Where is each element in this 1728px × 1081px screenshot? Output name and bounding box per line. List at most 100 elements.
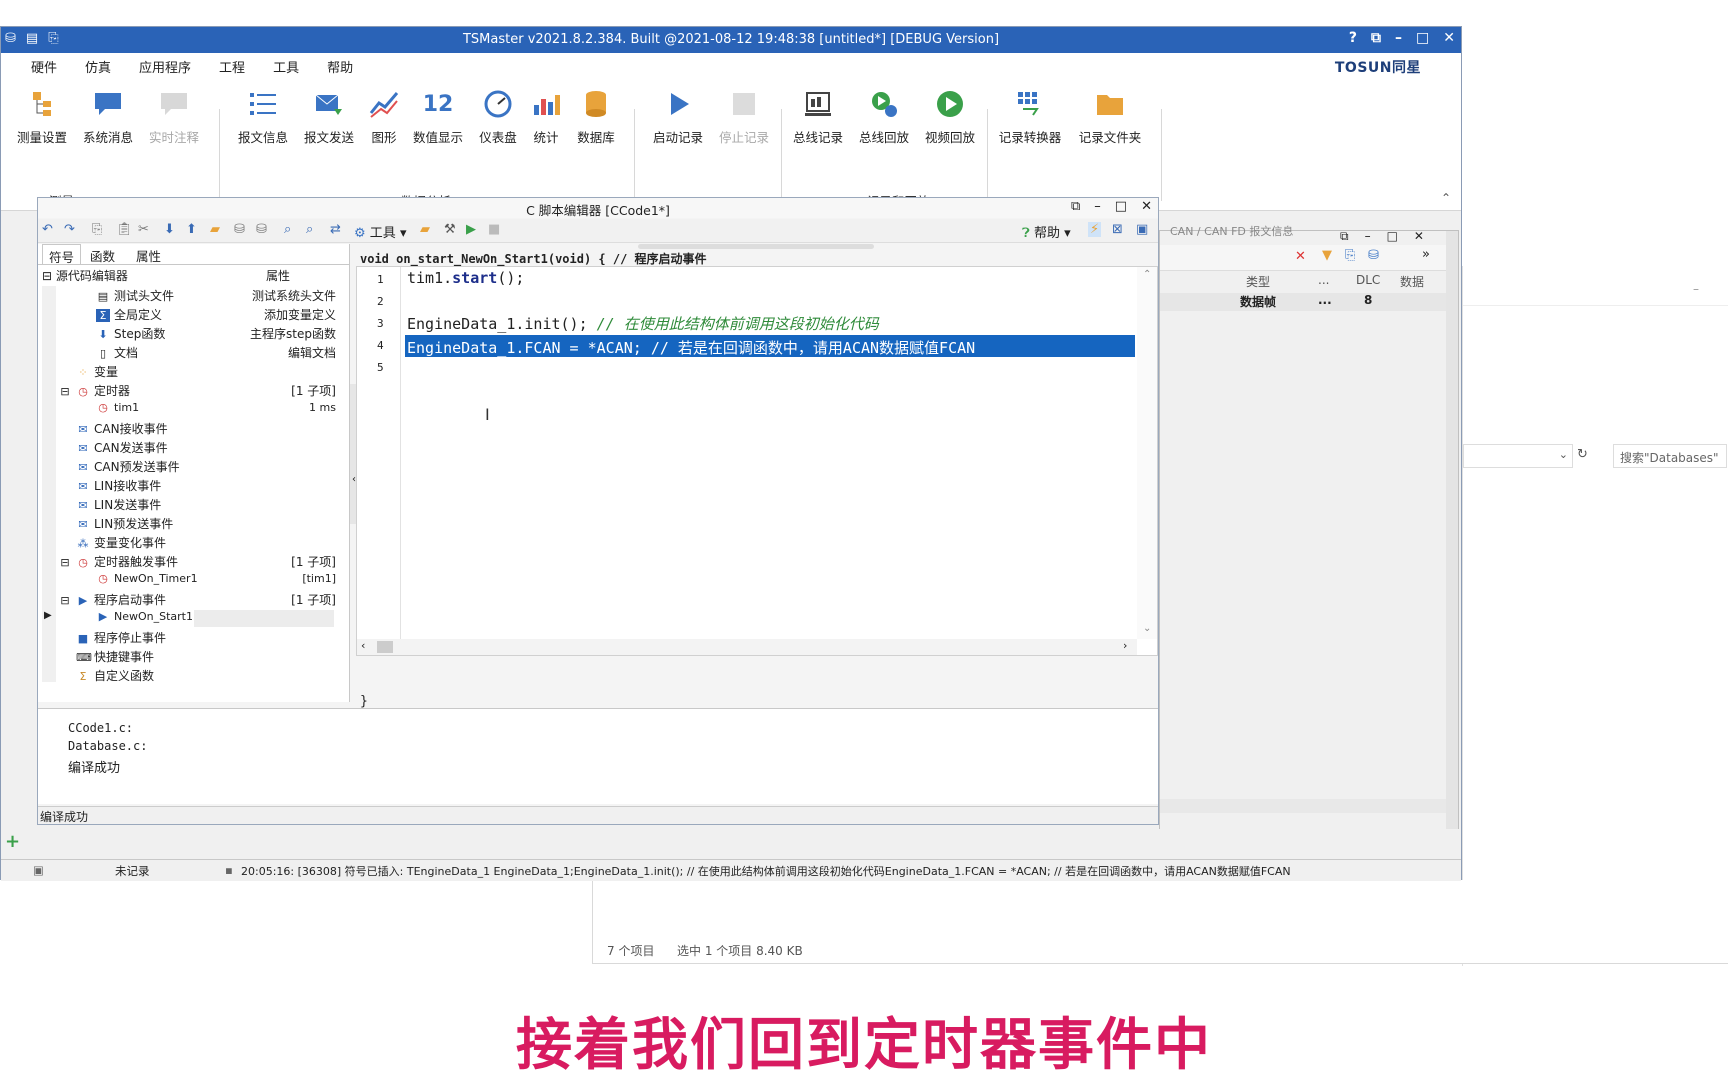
vertical-scrollbar[interactable] (1446, 231, 1458, 831)
vertical-scrollbar[interactable]: ⌃ ⌄ (1137, 267, 1157, 639)
close-button[interactable]: ✕ (1443, 30, 1455, 46)
add-icon[interactable]: + (5, 831, 20, 852)
collapse-ribbon-icon[interactable]: ⌃ (1441, 191, 1451, 205)
tree-item-test-header[interactable]: ▤ 测试头文件 测试系统头文件 (96, 287, 336, 306)
tree-item-lin-rx[interactable]: ✉ LIN接收事件 (76, 477, 336, 496)
minimize-button[interactable]: – (1094, 199, 1101, 214)
record-converter-button[interactable]: 记录转换器 (997, 87, 1063, 157)
menu-simulation[interactable]: 仿真 (85, 57, 111, 76)
tree-item-start-event[interactable]: ⊟ ▶ 程序启动事件 [1 子项] (58, 591, 336, 610)
minimize-button[interactable]: – (1365, 229, 1371, 244)
find-icon[interactable]: ⌕ (284, 222, 291, 237)
pin-icon[interactable]: ⧉ (1071, 199, 1080, 214)
scroll-down-icon[interactable]: ⌄ (1143, 623, 1151, 634)
scroll-right-icon[interactable]: › (1123, 639, 1127, 652)
maximize-button[interactable]: □ (1387, 229, 1398, 244)
save-all-icon[interactable]: ⛁ (256, 222, 267, 237)
lightning-icon[interactable]: ⚡ (1088, 222, 1102, 237)
tab-functions[interactable]: 函数 (84, 244, 121, 264)
tree-item-variables[interactable]: ⁘ 变量 (76, 363, 336, 382)
folder-icon[interactable]: ▰ (420, 222, 430, 237)
minimize-icon[interactable]: – (1693, 282, 1699, 296)
realtime-comment-button[interactable]: 实时注释 (141, 87, 207, 157)
measure-settings-button[interactable]: 测量设置 (9, 87, 75, 157)
close-button[interactable]: ✕ (1141, 199, 1152, 214)
export-icon[interactable]: ⎘ (1345, 248, 1355, 263)
scrollbar-thumb[interactable] (377, 641, 393, 653)
tree-item-newon-start1[interactable]: ▶ NewOn_Start1 (96, 610, 336, 629)
column-dlc[interactable]: DLC (1356, 273, 1380, 287)
save-icon[interactable]: ⛁ (234, 222, 245, 237)
replace-icon[interactable]: ⇄ (330, 222, 341, 237)
menu-applications[interactable]: 应用程序 (139, 57, 191, 76)
minimize-button[interactable]: – (1395, 30, 1402, 46)
column-type[interactable]: 类型 (1246, 273, 1270, 290)
horizontal-scrollbar[interactable]: ‹ › (357, 639, 1137, 655)
tree-item-can-tx[interactable]: ✉ CAN发送事件 (76, 439, 336, 458)
tab-properties[interactable]: 属性 (130, 244, 167, 264)
menu-help[interactable]: 帮助 (327, 57, 353, 76)
tree-item-tim1[interactable]: ◷ tim1 1 ms (96, 401, 336, 420)
maximize-button[interactable]: □ (1115, 199, 1127, 214)
help-menu[interactable]: ❓︎ 帮助 ▾ (1022, 222, 1071, 241)
save-icon[interactable]: ⛁ (1368, 248, 1379, 263)
tab-symbols[interactable]: 符号 (42, 244, 82, 265)
move-up-icon[interactable]: ⬆ (186, 222, 197, 237)
tree-item-global-def[interactable]: Σ 全局定义 添加变量定义 (96, 306, 336, 325)
message-info-button[interactable]: 报文信息 (230, 87, 296, 157)
code-editor[interactable]: 1 2 3 4 5 tim1.start(); EngineData_1.ini… (356, 266, 1158, 656)
refresh-icon[interactable]: ↻ (1577, 447, 1588, 462)
filter-icon[interactable]: ▼ (1322, 248, 1332, 263)
column-more[interactable]: ... (1318, 273, 1329, 287)
tree-item-custom-func[interactable]: Σ 自定义函数 (76, 667, 336, 686)
pin-icon[interactable]: ⧉ (1340, 229, 1349, 244)
tree-item-doc[interactable]: ▯ 文档 编辑文档 (96, 344, 336, 363)
tree-item-step[interactable]: ⬇ Step函数 主程序step函数 (96, 325, 336, 344)
maximize-button[interactable]: □ (1416, 30, 1429, 46)
horizontal-scrollbar[interactable] (1160, 799, 1446, 813)
tools-menu[interactable]: ⚙ 工具 ▾ (354, 222, 406, 241)
paste-icon[interactable]: 📋︎ (116, 222, 133, 237)
tree-item-timers[interactable]: ⊟ ◷ 定时器 [1 子项] (58, 382, 336, 401)
tree-item-newon-timer1[interactable]: ◷ NewOn_Timer1 [tim1] (96, 572, 336, 591)
stop-record-button[interactable]: 停止记录 (711, 87, 777, 157)
close-button[interactable]: ✕ (1414, 229, 1424, 244)
database-button[interactable]: 数据库 (563, 87, 629, 157)
more-icon[interactable]: » (1422, 247, 1430, 262)
bus-record-button[interactable]: 总线记录 (785, 87, 851, 157)
find-next-icon[interactable]: ⌕ (306, 222, 313, 237)
help-icon[interactable]: ? (1349, 30, 1357, 46)
start-record-button[interactable]: 启动记录 (645, 87, 711, 157)
explorer-path-dropdown[interactable]: ⌄ (1463, 444, 1573, 468)
tree-item-shortcut-event[interactable]: ⌨ 快捷键事件 (76, 648, 336, 667)
tree-item-var-change[interactable]: ⁂ 变量变化事件 (76, 534, 336, 553)
clear-icon[interactable]: ⊠ (1112, 222, 1123, 237)
menu-hardware[interactable]: 硬件 (31, 57, 57, 76)
explorer-search-input[interactable]: 搜索"Databases" (1613, 444, 1727, 468)
record-folder-button[interactable]: 记录文件夹 (1077, 87, 1143, 157)
stop-icon[interactable]: ■ (488, 222, 500, 237)
tree-item-lin-pretx[interactable]: ✉ LIN预发送事件 (76, 515, 336, 534)
run-icon[interactable]: ▶ (466, 222, 476, 237)
tree-item-lin-tx[interactable]: ✉ LIN发送事件 (76, 496, 336, 515)
splitter-handle[interactable] (638, 244, 874, 249)
move-down-icon[interactable]: ⬇ (164, 222, 175, 237)
restore-layout-icon[interactable]: ⧉ (1371, 30, 1381, 46)
column-data[interactable]: 数据 (1400, 273, 1424, 290)
cut-icon[interactable]: ✂ (138, 222, 149, 237)
panel-icon[interactable]: ▣ (1136, 222, 1148, 237)
tree-item-can-pretx[interactable]: ✉ CAN预发送事件 (76, 458, 336, 477)
tree-item-can-rx[interactable]: ✉ CAN接收事件 (76, 420, 336, 439)
video-replay-button[interactable]: 视频回放 (917, 87, 983, 157)
compile-icon[interactable]: ⚒ (444, 222, 456, 237)
copy-icon[interactable]: ⎘ (92, 222, 102, 237)
redo-icon[interactable]: ↷ (64, 222, 75, 237)
undo-icon[interactable]: ↶ (42, 222, 53, 237)
scroll-up-icon[interactable]: ⌃ (1143, 269, 1151, 280)
numeric-display-button[interactable]: 12 数值显示 (405, 87, 471, 157)
open-icon[interactable]: ▰ (210, 222, 220, 237)
tree-item-timer-event[interactable]: ⊟ ◷ 定时器触发事件 [1 子项] (58, 553, 336, 572)
tree-root[interactable]: ⊟ 源代码编辑器 属性 (42, 267, 342, 286)
menu-project[interactable]: 工程 (219, 57, 245, 76)
tree-item-stop-event[interactable]: ■ 程序停止事件 (76, 629, 336, 648)
